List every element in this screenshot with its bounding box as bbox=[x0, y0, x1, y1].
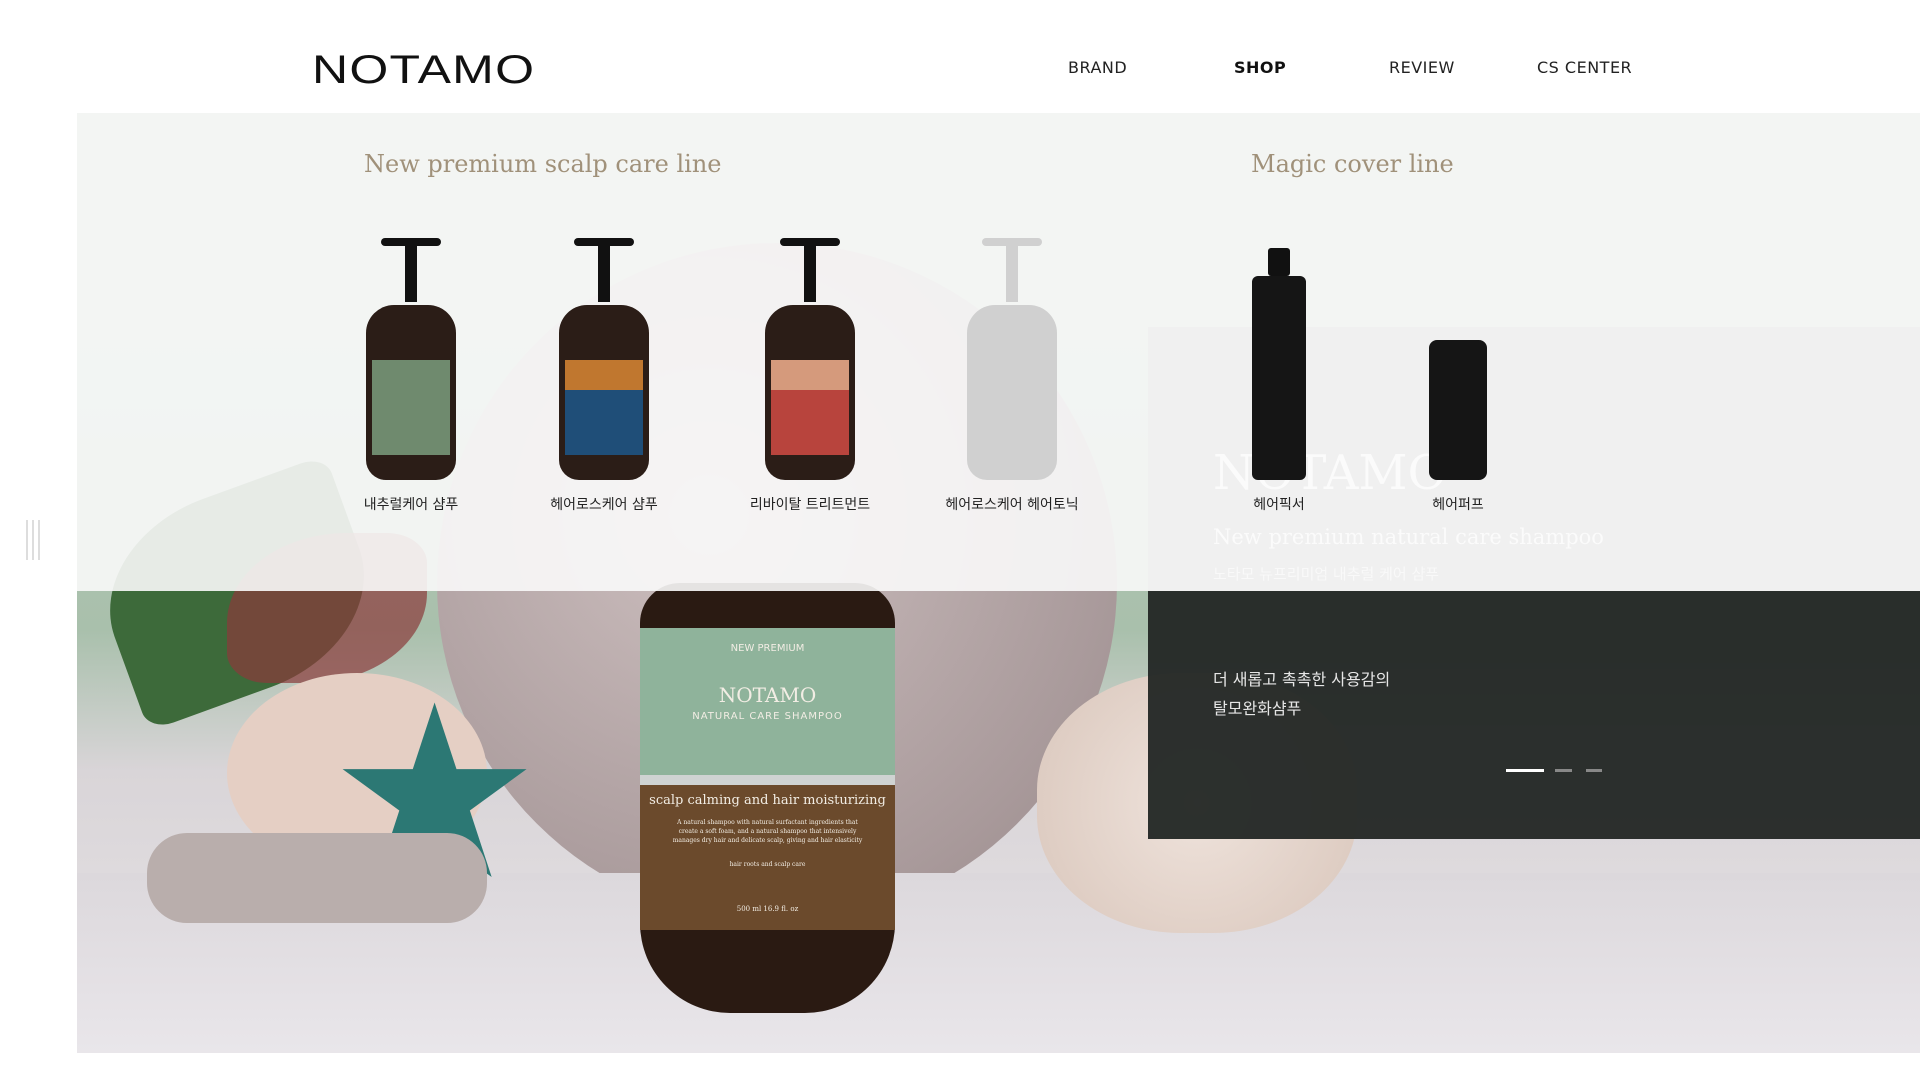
bottle-type: NATURAL CARE SHAMPOO bbox=[692, 711, 843, 722]
site-header: NOTAMO BRAND SHOP REVIEW CS CENTER bbox=[0, 0, 1920, 113]
bottle-headline: scalp calming and hair moisturizing bbox=[649, 793, 886, 808]
scalp-line-title: New premium scalp care line bbox=[364, 150, 722, 178]
nav-cs-center[interactable]: CS CENTER bbox=[1537, 58, 1632, 77]
hero-text-line1: 더 새롭고 촉촉한 사용감의 bbox=[1213, 670, 1391, 689]
slide-indicator-1[interactable] bbox=[1506, 769, 1544, 772]
nav-shop[interactable]: SHOP bbox=[1234, 58, 1286, 77]
hero-bottle: NEW PREMIUM NOTAMO NATURAL CARE SHAMPOO … bbox=[640, 583, 895, 1013]
nav-brand[interactable]: BRAND bbox=[1068, 58, 1127, 77]
product-image-placeholder bbox=[922, 230, 1102, 480]
hero-ghost-korean: 노타모 뉴프리미엄 내추럴 케어 샴푸 bbox=[1213, 565, 1440, 583]
drag-handle[interactable] bbox=[26, 520, 48, 560]
product-name: 헤어로스케어 샴푸 bbox=[550, 497, 658, 513]
bottle-brand: NOTAMO bbox=[718, 683, 817, 707]
product-revital-treatment[interactable]: 리바이탈 트리트먼트 bbox=[720, 230, 900, 514]
product-image bbox=[514, 230, 694, 480]
logo[interactable]: NOTAMO bbox=[312, 48, 535, 93]
hero-ghost-subtitle: New premium natural care shampoo bbox=[1213, 525, 1604, 549]
product-hairloss-shampoo[interactable]: 헤어로스케어 샴푸 bbox=[514, 230, 694, 514]
bottle-top-text: NEW PREMIUM bbox=[730, 643, 805, 654]
slide-indicator-3[interactable] bbox=[1586, 769, 1602, 772]
product-image bbox=[321, 230, 501, 480]
magic-line-title: Magic cover line bbox=[1251, 150, 1454, 178]
product-hair-puff[interactable]: 헤어퍼프 bbox=[1368, 230, 1548, 514]
bottle-care: hair roots and scalp care bbox=[729, 861, 806, 868]
product-image bbox=[720, 230, 900, 480]
rocks bbox=[147, 833, 487, 923]
product-name: 헤어픽서 bbox=[1253, 497, 1305, 513]
product-image bbox=[1368, 230, 1548, 480]
product-natural-care-shampoo[interactable]: 내추럴케어 샴푸 bbox=[321, 230, 501, 514]
product-name: 헤어퍼프 bbox=[1432, 497, 1484, 513]
product-hairloss-tonic[interactable]: 헤어로스케어 헤어토닉 bbox=[922, 230, 1102, 514]
bottle-desc: A natural shampoo with natural surfactan… bbox=[672, 819, 863, 844]
bottle-volume: 500 ml 16.9 fl. oz bbox=[736, 905, 799, 913]
slide-indicator-2[interactable] bbox=[1555, 769, 1572, 772]
hero-text-line2: 탈모완화샴푸 bbox=[1213, 699, 1302, 718]
product-hair-fixer[interactable]: 헤어픽서 bbox=[1189, 230, 1369, 514]
product-image bbox=[1189, 230, 1369, 480]
product-name: 리바이탈 트리트먼트 bbox=[749, 497, 871, 513]
product-name: 헤어로스케어 헤어토닉 bbox=[945, 497, 1079, 513]
nav-review[interactable]: REVIEW bbox=[1389, 58, 1455, 77]
product-name: 내추럴케어 샴푸 bbox=[363, 497, 459, 513]
